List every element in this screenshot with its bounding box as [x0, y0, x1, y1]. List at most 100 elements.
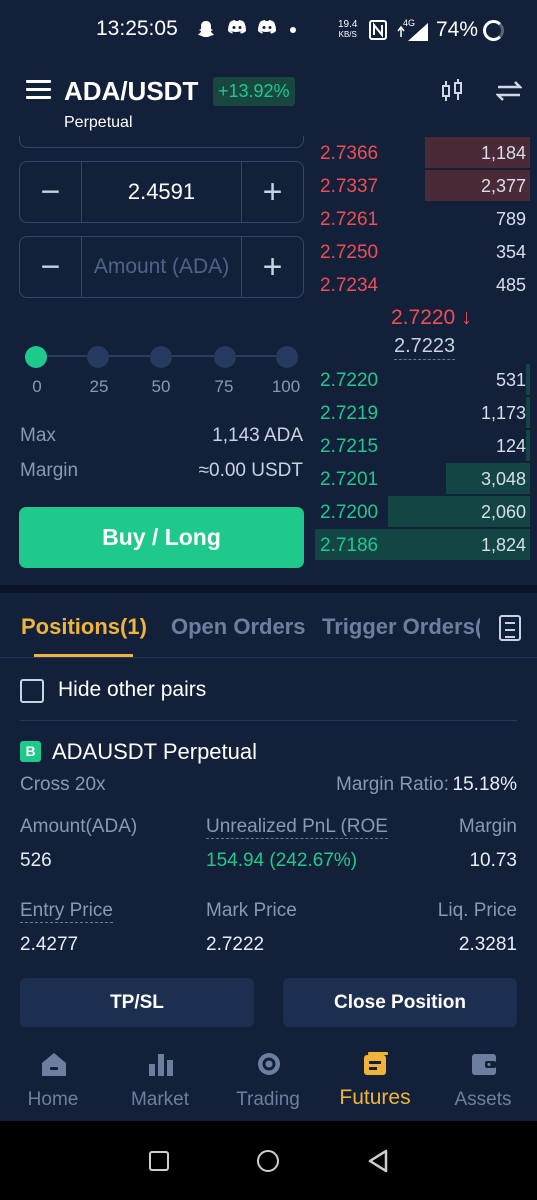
margin-mode[interactable]: Cross 20x	[20, 774, 106, 796]
slider-stop-75[interactable]	[214, 346, 236, 368]
unrealized-pnl-value: 154.94 (242.67%)	[206, 850, 358, 871]
menu-icon[interactable]	[26, 80, 51, 100]
bid-price: 2.7186	[320, 535, 379, 556]
ask-quantity: 1,184	[480, 143, 526, 163]
amount-stepper: − +	[19, 236, 304, 298]
max-value: 1,143 ADA	[212, 425, 303, 446]
bid-row[interactable]: 2.7219 1,173	[315, 397, 530, 430]
amount-input[interactable]	[82, 237, 241, 297]
home-circle-icon[interactable]	[257, 1150, 279, 1172]
ask-quantity: 485	[495, 275, 526, 295]
bid-quantity: 1,173	[480, 403, 526, 423]
section-divider	[0, 585, 537, 593]
amount-decrease-button[interactable]: −	[20, 237, 82, 297]
bid-quantity: 2,060	[480, 502, 526, 522]
ask-row[interactable]: 2.7234 485	[315, 269, 530, 302]
slider-tick-label: 25	[89, 377, 109, 396]
signal-4g-icon: 4G	[396, 18, 430, 42]
margin-ratio-label: Margin Ratio:	[336, 774, 449, 795]
ask-quantity: 2,377	[480, 176, 526, 196]
bid-price: 2.7220	[320, 370, 379, 391]
bid-row[interactable]: 2.7201 3,048	[315, 463, 530, 496]
buy-side-badge: B	[20, 741, 41, 762]
last-price[interactable]: 2.7220 ↓	[391, 306, 472, 330]
mark-price-value: 2.7222	[206, 934, 265, 955]
mark-price-label: Mark Price	[206, 900, 297, 921]
nav-market[interactable]: Market	[110, 1040, 210, 1120]
bid-price: 2.7200	[320, 502, 379, 523]
tab-open-orders[interactable]: Open Orders	[171, 614, 305, 640]
bid-price: 2.7201	[320, 469, 379, 490]
back-triangle-icon[interactable]	[367, 1149, 389, 1173]
status-time: 13:25:05	[96, 17, 178, 40]
nav-futures-label: Futures	[339, 1086, 411, 1109]
pair-title[interactable]: ADA/USDT	[64, 76, 198, 107]
bid-row[interactable]: 2.7200 2,060	[315, 496, 530, 529]
mark-price[interactable]: 2.7223	[394, 335, 456, 360]
bid-row[interactable]: 2.7186 1,824	[315, 529, 530, 562]
close-position-button[interactable]: Close Position	[283, 978, 517, 1027]
bid-row[interactable]: 2.7215 124	[315, 430, 530, 463]
ask-row[interactable]: 2.7337 2,377	[315, 170, 530, 203]
slider-stop-100[interactable]	[276, 346, 298, 368]
discord-icon-2	[257, 19, 277, 40]
bid-price: 2.7215	[320, 436, 379, 457]
net-speed-unit: KB/S	[338, 30, 357, 39]
slider-stop-50[interactable]	[150, 346, 172, 368]
change-badge: +13.92%	[213, 77, 295, 106]
position-title: ADAUSDT Perpetual	[52, 739, 258, 764]
unrealized-pnl-label[interactable]: Unrealized PnL (ROE	[206, 816, 388, 839]
slider-stop-25[interactable]	[87, 346, 109, 368]
slider-tick-label: 50	[151, 377, 171, 396]
ask-price: 2.7337	[320, 176, 379, 197]
down-arrow-icon: ↓	[461, 306, 472, 329]
max-label: Max	[20, 425, 56, 446]
bid-depth-bar	[526, 364, 530, 395]
hide-other-pairs-checkbox[interactable]	[20, 679, 44, 703]
ask-row[interactable]: 2.7261 789	[315, 203, 530, 236]
liq-price-value: 2.3281	[458, 934, 517, 955]
order-history-icon[interactable]	[499, 615, 521, 641]
margin-ratio-value: 15.18%	[452, 774, 517, 795]
bid-quantity: 531	[495, 370, 526, 390]
nav-futures[interactable]: Futures	[325, 1040, 425, 1120]
amount-value: 526	[20, 850, 52, 871]
ask-price: 2.7366	[320, 143, 379, 164]
tab-trigger-orders[interactable]: Trigger Orders(2	[322, 614, 494, 640]
candlestick-chart-icon[interactable]	[440, 78, 466, 110]
slider-tick-label: 0	[32, 377, 42, 396]
list-divider	[20, 720, 517, 721]
home-icon	[42, 1053, 66, 1076]
last-price-value: 2.7220	[391, 306, 456, 329]
ask-row[interactable]: 2.7366 1,184	[315, 137, 530, 170]
slider-tick-label: 75	[214, 377, 234, 396]
ask-quantity: 789	[495, 209, 526, 229]
nav-home[interactable]: Home	[3, 1040, 103, 1120]
nav-assets[interactable]: Assets	[433, 1040, 533, 1120]
snapchat-icon	[196, 19, 216, 44]
nav-market-label: Market	[130, 1089, 190, 1110]
margin-label: Margin	[20, 460, 79, 481]
ask-price: 2.7261	[320, 209, 379, 230]
tp-sl-button[interactable]: TP/SL	[20, 978, 254, 1027]
slider-stop-0[interactable]	[25, 346, 47, 368]
entry-price-label[interactable]: Entry Price	[20, 900, 113, 923]
price-decrease-button[interactable]: −	[20, 162, 82, 222]
recent-apps-icon[interactable]	[149, 1151, 169, 1171]
order-type-select-edge[interactable]	[19, 136, 304, 148]
price-stepper: − 2.4591 +	[19, 161, 304, 223]
price-increase-button[interactable]: +	[241, 162, 303, 222]
bid-depth-bar	[526, 397, 530, 428]
nav-trading[interactable]: Trading	[218, 1040, 318, 1120]
swap-arrows-icon[interactable]	[494, 78, 524, 110]
tabs-divider	[0, 657, 537, 658]
buy-long-button[interactable]: Buy / Long	[19, 507, 304, 568]
amount-increase-button[interactable]: +	[241, 237, 303, 297]
bid-row[interactable]: 2.7220 531	[315, 364, 530, 397]
notification-dot-icon	[290, 27, 296, 33]
tab-positions[interactable]: Positions(1)	[21, 614, 147, 640]
margin-value: ≈0.00 USDT	[198, 460, 303, 481]
hide-other-pairs-label[interactable]: Hide other pairs	[58, 678, 206, 702]
ask-row[interactable]: 2.7250 354	[315, 236, 530, 269]
price-value[interactable]: 2.4591	[82, 162, 241, 222]
